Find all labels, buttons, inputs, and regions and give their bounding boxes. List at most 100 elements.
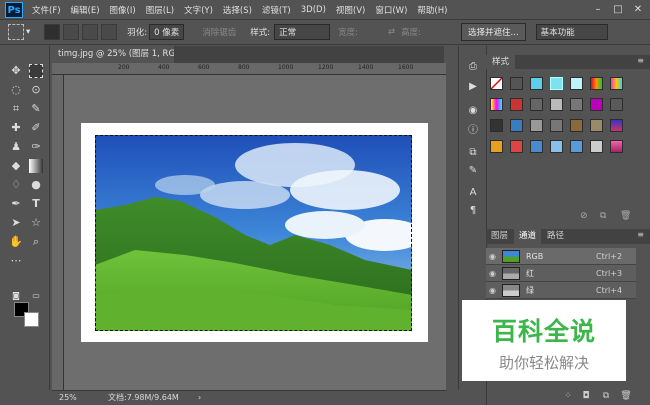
eye-icon[interactable]: ◉: [489, 282, 496, 299]
style-swatch[interactable]: [510, 119, 523, 132]
style-swatch[interactable]: [530, 77, 543, 90]
style-swatch[interactable]: [510, 98, 523, 111]
tab-layers[interactable]: 图层: [486, 229, 513, 244]
new-channel-icon[interactable]: ⧉: [600, 390, 612, 402]
style-swatch[interactable]: [570, 140, 583, 153]
menu-help[interactable]: 帮助(H): [412, 4, 452, 16]
select-and-mask-button[interactable]: 选择并遮住...: [461, 23, 526, 41]
subtract-selection-icon[interactable]: [82, 24, 99, 40]
new-selection-icon[interactable]: [44, 24, 61, 40]
channel-row-green[interactable]: ◉ 绿 Ctrl+4: [486, 282, 636, 299]
blur-tool-icon[interactable]: ♢: [9, 178, 23, 192]
type-tool-icon[interactable]: T: [29, 197, 43, 211]
style-swatch[interactable]: [530, 119, 543, 132]
paragraph-icon[interactable]: ¶: [466, 204, 480, 218]
menu-layer[interactable]: 图层(L): [141, 4, 179, 16]
lasso-tool-icon[interactable]: ◌: [9, 83, 23, 97]
menu-window[interactable]: 窗口(W): [370, 4, 412, 16]
delete-style-icon[interactable]: 🗑: [620, 211, 631, 221]
info-icon[interactable]: ⓘ: [466, 124, 480, 138]
more-tools-icon[interactable]: ⋯: [9, 254, 23, 268]
channel-row-rgb[interactable]: ◉ RGB Ctrl+2: [486, 248, 636, 265]
rect-marquee-tool-icon[interactable]: [29, 64, 43, 78]
brush-presets-icon[interactable]: ✎: [466, 164, 480, 178]
crop-tool-icon[interactable]: ⌗: [9, 102, 23, 116]
style-swatch[interactable]: [530, 140, 543, 153]
maximize-icon[interactable]: □: [608, 2, 628, 18]
style-swatch[interactable]: [510, 140, 523, 153]
move-tool-icon[interactable]: ✥: [9, 64, 23, 78]
style-swatch[interactable]: [550, 119, 563, 132]
style-swatch[interactable]: [570, 119, 583, 132]
style-swatch[interactable]: [610, 77, 623, 90]
save-selection-icon[interactable]: ◘: [580, 390, 592, 402]
style-swatch[interactable]: [550, 77, 563, 90]
stamp-tool-icon[interactable]: ♟: [9, 140, 23, 154]
menu-image[interactable]: 图像(I): [105, 4, 141, 16]
style-swatch-none[interactable]: [490, 77, 503, 90]
style-swatch[interactable]: [590, 140, 603, 153]
background-color-swatch[interactable]: [24, 312, 39, 327]
gradient-tool-icon[interactable]: [29, 159, 43, 173]
style-select[interactable]: 正常: [274, 24, 331, 40]
close-icon[interactable]: ✕: [628, 2, 648, 18]
history-icon[interactable]: ⎙: [466, 60, 480, 74]
swap-icon[interactable]: ⇄: [388, 27, 395, 37]
new-style-icon[interactable]: ⧉: [600, 211, 606, 221]
menu-file[interactable]: 文件(F): [27, 4, 66, 16]
style-swatch[interactable]: [490, 98, 503, 111]
minimize-icon[interactable]: –: [588, 2, 608, 18]
style-swatch[interactable]: [590, 98, 603, 111]
style-swatch[interactable]: [610, 119, 623, 132]
eye-icon[interactable]: ◉: [489, 265, 496, 282]
properties-icon[interactable]: ◉: [466, 104, 480, 118]
play-action-icon[interactable]: ▶: [466, 80, 480, 94]
style-swatch[interactable]: [610, 98, 623, 111]
workspace-select[interactable]: 基本功能: [535, 24, 608, 40]
style-swatch[interactable]: [550, 98, 563, 111]
style-swatch[interactable]: [490, 140, 503, 153]
style-swatch[interactable]: [550, 140, 563, 153]
zoom-tool-icon[interactable]: ⌕: [29, 235, 43, 249]
menu-edit[interactable]: 编辑(E): [66, 4, 105, 16]
panel-menu-icon[interactable]: ≡: [637, 56, 644, 65]
tab-paths[interactable]: 路径: [542, 229, 569, 244]
feather-input[interactable]: 0 像素: [149, 24, 185, 40]
chevron-down-icon[interactable]: ▾: [26, 27, 30, 37]
menu-type[interactable]: 文字(Y): [179, 4, 218, 16]
clear-style-icon[interactable]: ⊘: [580, 211, 588, 221]
screen-mode-icon[interactable]: ▭: [29, 289, 43, 303]
style-swatch[interactable]: [590, 119, 603, 132]
add-selection-icon[interactable]: [63, 24, 80, 40]
healing-tool-icon[interactable]: ✚: [9, 121, 23, 135]
load-selection-icon[interactable]: ⁘: [562, 390, 574, 402]
channel-row-red[interactable]: ◉ 红 Ctrl+3: [486, 265, 636, 282]
clone-source-icon[interactable]: ⧉: [466, 146, 480, 160]
dodge-tool-icon[interactable]: ●: [29, 178, 43, 192]
quick-select-tool-icon[interactable]: ⊙: [29, 83, 43, 97]
style-swatch[interactable]: [570, 98, 583, 111]
panel-menu-icon[interactable]: ≡: [637, 230, 644, 239]
antialias-checkbox[interactable]: 消除锯齿: [202, 26, 236, 38]
style-swatch[interactable]: [490, 119, 503, 132]
eyedropper-tool-icon[interactable]: ✎: [29, 102, 43, 116]
style-swatch[interactable]: [570, 77, 583, 90]
character-icon[interactable]: A: [466, 186, 480, 200]
style-swatch[interactable]: [530, 98, 543, 111]
brush-tool-icon[interactable]: ✐: [29, 121, 43, 135]
menu-filter[interactable]: 滤镜(T): [257, 4, 296, 16]
chevron-right-icon[interactable]: ›: [198, 391, 201, 405]
tab-styles[interactable]: 样式: [486, 55, 516, 69]
tab-channels[interactable]: 通道: [514, 229, 542, 244]
delete-channel-icon[interactable]: 🗑: [620, 390, 632, 402]
hand-tool-icon[interactable]: ✋: [9, 235, 23, 249]
marquee-preset-icon[interactable]: [8, 24, 24, 40]
path-select-tool-icon[interactable]: ➤: [9, 216, 23, 230]
menu-select[interactable]: 选择(S): [218, 4, 257, 16]
style-swatch[interactable]: [590, 77, 603, 90]
pen-tool-icon[interactable]: ✒: [9, 197, 23, 211]
document-tab[interactable]: timg.jpg @ 25% (图层 1, RGB/8#) *: [52, 46, 174, 63]
menu-view[interactable]: 视图(V): [331, 4, 370, 16]
intersect-selection-icon[interactable]: [101, 24, 118, 40]
shape-tool-icon[interactable]: ☆: [29, 216, 43, 230]
